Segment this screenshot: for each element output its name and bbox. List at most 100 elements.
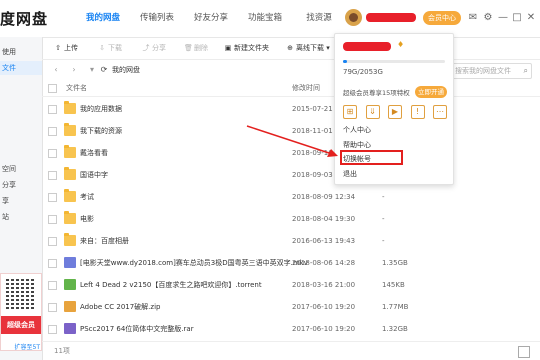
column-name[interactable]: 文件名 [66,80,87,96]
file-name[interactable]: 考试 [80,186,94,208]
folder-icon [64,211,76,224]
sidebar-item-recycle[interactable]: 站 [0,210,42,224]
tab-my-disk[interactable]: 我的网盘 [76,0,130,37]
file-row[interactable]: 电影 2018-08-04 19:30 - [42,208,540,230]
download-button[interactable]: ⇩ 下载 [98,37,122,59]
row-checkbox[interactable] [48,105,57,114]
sidebar-item-share[interactable]: 分享 [0,178,42,192]
app-brand: 度网盘 [0,10,49,28]
file-row[interactable]: 戴洛看看2018-09-16 21:02- [42,142,540,164]
file-name[interactable]: 国语中字 [80,164,108,186]
privilege-video-icon[interactable]: ▶ [388,105,402,119]
file-name[interactable]: PScc2017 64位简体中文完整版.rar [80,318,194,340]
app-window: 度网盘 我的网盘 传输列表 好友分享 功能宝箱 找资源 会员中心 ✉ ⚙ — □… [0,0,540,360]
maximize-icon[interactable]: □ [511,12,523,24]
main-tabs: 我的网盘 传输列表 好友分享 功能宝箱 找资源 [76,0,346,37]
member-center-button[interactable]: 会员中心 [423,11,461,25]
search-icon[interactable]: ⌕ [524,64,528,78]
video-file-icon [64,257,76,268]
menu-item-profile[interactable]: 个人中心 [343,124,371,137]
file-date: 2018-03-16 21:00 [292,281,356,289]
forward-icon[interactable]: › [68,63,80,77]
file-row[interactable]: PScc2017 64位简体中文完整版.rar 2017-06-10 19:20 1… [42,318,540,340]
sidebar-item-shared[interactable]: 享 [0,194,42,208]
vip-badge-icon: ♦ [397,40,405,49]
row-checkbox[interactable] [48,193,57,202]
file-row[interactable]: 国语中字2018-09-03 20:45- [42,164,540,186]
sidebar: 使用 文件 空间 分享 享 站 超级会员 [0,37,43,360]
sidebar-item-usage[interactable]: 使用 [0,45,42,59]
tab-friend-share[interactable]: 好友分享 [184,0,238,37]
list-header: 文件名 修改时间 大小 [42,80,540,97]
row-checkbox[interactable] [48,237,57,246]
path-bar: ‹ › ▾ ⟳ 我的网盘 搜索我的网盘文件 ⌕ [42,60,540,80]
file-name[interactable]: 戴洛看看 [80,142,108,164]
file-row[interactable]: 我的应用数据2015-07-21 15:21- [42,98,540,120]
grid-view-icon[interactable] [518,346,530,358]
file-row[interactable]: 考试 2018-08-09 12:34 - [42,186,540,208]
close-icon[interactable]: ✕ [525,12,537,24]
privilege-icons: ⊞ ⇓ ▶ ! ⋯ [343,105,447,119]
row-checkbox[interactable] [48,325,57,334]
upload-button[interactable]: ⇧ 上传 [54,37,78,59]
promo-banner[interactable]: 超级会员 [0,273,42,351]
file-row[interactable]: [电影天堂www.dy2018.com]赛车总动员3极D国粤英三语中英双字.mk… [42,252,540,274]
file-date: 2018-08-06 14:28 [292,259,356,267]
sidebar-item-space[interactable]: 空间 [0,162,42,176]
storage-progress-bar [343,60,445,63]
row-checkbox[interactable] [48,215,57,224]
torrent-file-icon [64,279,76,290]
file-name[interactable]: 我下载的资源 [80,120,122,142]
file-row[interactable]: Left 4 Dead 2 v2150【百度求生之路吧欢迎你】.torrent 2… [42,274,540,296]
privilege-speed-icon[interactable]: ⇓ [365,105,380,119]
zip-file-icon [64,301,76,312]
minimize-icon[interactable]: — [497,12,509,24]
tab-find-resources[interactable]: 找资源 [292,0,346,37]
row-checkbox[interactable] [48,281,57,290]
file-row[interactable]: 来自：百度相册 2016-06-13 19:43 - [42,230,540,252]
folder-icon [64,167,76,180]
file-name[interactable]: Left 4 Dead 2 v2150【百度求生之路吧欢迎你】.torrent [80,274,262,296]
tab-transfers[interactable]: 传输列表 [130,0,184,37]
avatar[interactable] [345,9,362,26]
file-row[interactable]: Adobe CC 2017破解.zip 2017-06-10 19:20 1.77M… [42,296,540,318]
delete-button[interactable]: 🗑删除 [184,37,208,59]
select-all-checkbox[interactable] [48,84,57,93]
column-date[interactable]: 修改时间 [292,80,320,96]
privilege-more-icon[interactable]: ⋯ [433,105,447,119]
privilege-space-icon[interactable]: ⊞ [343,105,357,119]
row-checkbox[interactable] [48,149,57,158]
row-checkbox[interactable] [48,259,57,268]
file-name[interactable]: 电影 [80,208,94,230]
status-bar: 11项 [42,341,540,360]
back-icon[interactable]: ‹ [50,63,62,77]
menu-item-logout[interactable]: 退出 [343,168,357,181]
username-redacted[interactable] [366,13,416,22]
file-name[interactable]: 我的应用数据 [80,98,122,120]
sidebar-item-files[interactable]: 文件 [0,61,42,75]
offline-download-button[interactable]: ⊕ 离线下载 ▾ [286,37,330,59]
file-name[interactable]: [电影天堂www.dy2018.com]赛车总动员3极D国粤英三语中英双字.mk… [80,252,308,274]
dropdown-icon[interactable]: ▾ [86,63,98,77]
message-icon[interactable]: ✉ [467,12,479,24]
file-name[interactable]: 来自：百度相册 [80,230,129,252]
item-count: 11项 [54,347,70,355]
storage-progress-fill [343,60,347,63]
share-button[interactable]: ⤴ 分享 [142,37,167,59]
folder-icon [64,145,76,158]
open-vip-button[interactable]: 立即开通 [415,86,447,98]
settings-icon[interactable]: ⚙ [482,12,494,24]
row-checkbox[interactable] [48,171,57,180]
breadcrumb[interactable]: 我的网盘 [112,63,140,77]
file-name[interactable]: Adobe CC 2017破解.zip [80,296,160,318]
file-size: 1.35GB [382,259,408,267]
privilege-file-icon[interactable]: ! [410,105,425,119]
row-checkbox[interactable] [48,127,57,136]
expand-storage-link[interactable]: 扩容至5T [0,341,42,355]
tab-toolbox[interactable]: 功能宝箱 [238,0,292,37]
search-input[interactable]: 搜索我的网盘文件 ⌕ [450,63,532,79]
refresh-icon[interactable]: ⟳ [98,63,110,77]
new-folder-button[interactable]: ▣ 新建文件夹 [224,37,269,59]
row-checkbox[interactable] [48,303,57,312]
file-row[interactable]: 我下载的资源2018-11-01 09:15- [42,120,540,142]
